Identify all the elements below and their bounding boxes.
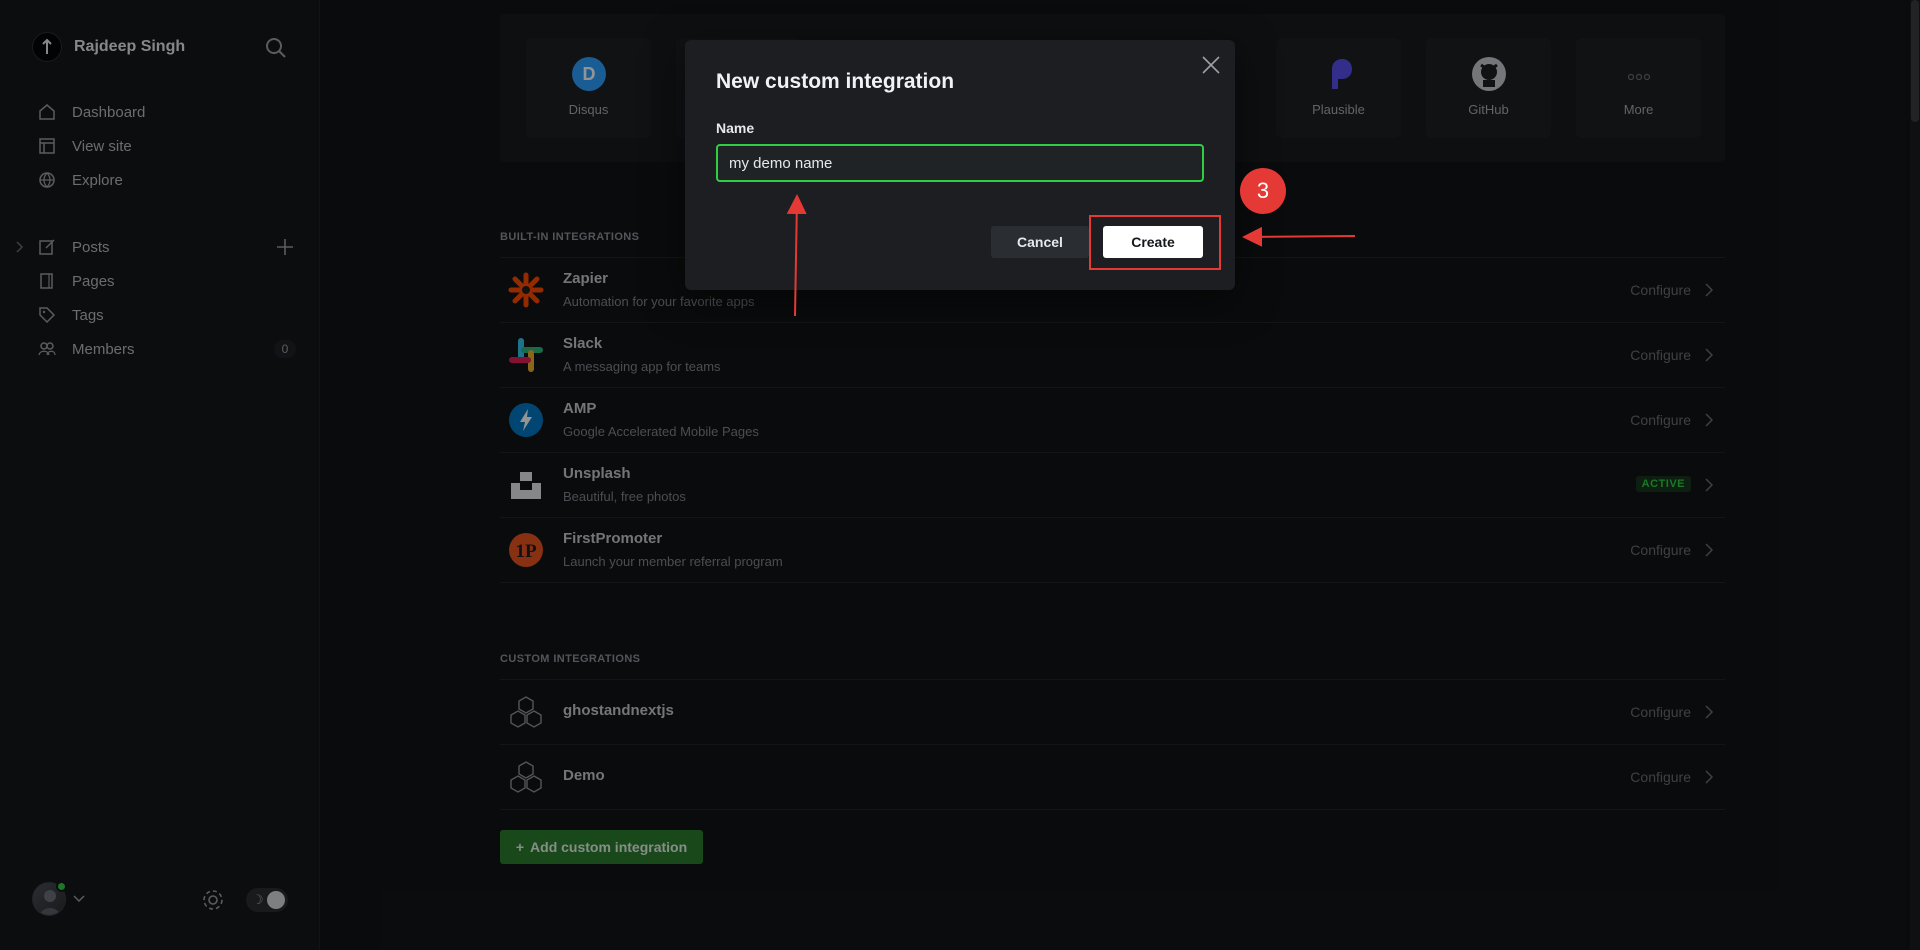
name-field-label: Name xyxy=(716,120,755,136)
close-icon[interactable] xyxy=(1200,54,1222,76)
annotation-highlight-box xyxy=(1089,215,1221,270)
annotation-step-badge: 3 xyxy=(1240,168,1286,214)
modal-title: New custom integration xyxy=(716,70,955,93)
name-input[interactable] xyxy=(716,144,1204,182)
cancel-button[interactable]: Cancel xyxy=(991,226,1089,258)
